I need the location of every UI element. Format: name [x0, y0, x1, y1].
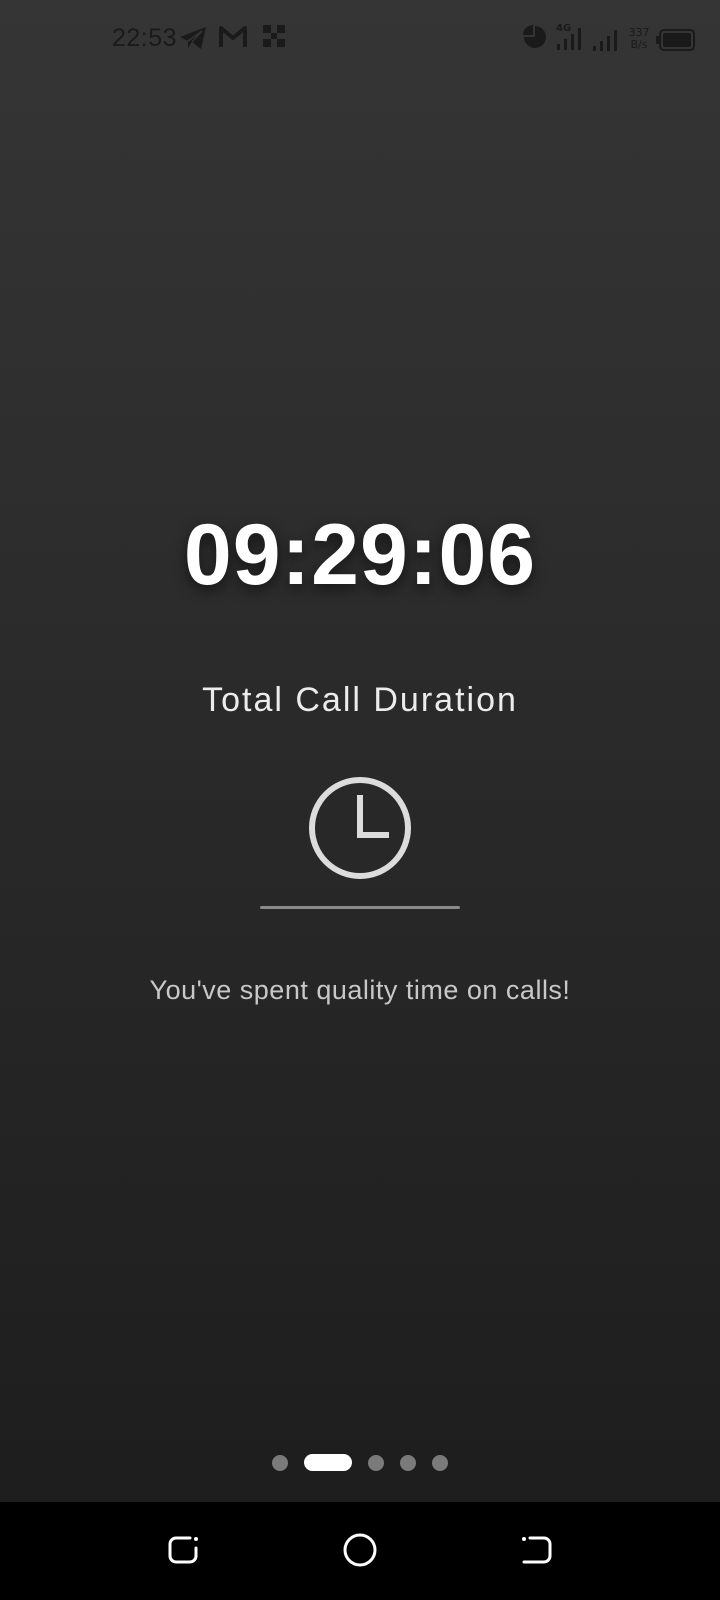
navigation-bar — [0, 1502, 720, 1600]
network-4g-label: 4G — [556, 23, 571, 34]
clock-icon — [309, 777, 411, 879]
signal-4g-icon: 4G — [556, 23, 581, 50]
qr-scan-icon — [263, 25, 285, 47]
status-time: 22:53 — [112, 24, 178, 52]
recents-button[interactable] — [164, 1530, 204, 1570]
gmail-icon — [219, 26, 247, 47]
page-dot-3[interactable] — [368, 1455, 384, 1471]
status-bar: 22:53 4G 337 B/s — [0, 0, 720, 80]
quality-time-message: You've spent quality time on calls! — [149, 975, 571, 1005]
page-dot-4[interactable] — [400, 1455, 416, 1471]
data-usage-icon — [523, 25, 546, 48]
page-dot-1[interactable] — [272, 1455, 288, 1471]
network-speed: 337 B/s — [624, 27, 654, 51]
page-dot-5[interactable] — [432, 1455, 448, 1471]
page-indicator — [0, 1454, 720, 1472]
total-call-duration-label: Total Call Duration — [202, 681, 518, 719]
page-dot-2-active[interactable] — [304, 1454, 352, 1471]
call-duration-timer: 09:29:06 — [183, 507, 537, 603]
divider — [260, 906, 460, 909]
back-button[interactable] — [516, 1530, 556, 1570]
signal-icon — [593, 30, 617, 51]
battery-icon — [656, 29, 695, 51]
home-button[interactable] — [340, 1530, 380, 1570]
network-speed-unit: B/s — [630, 38, 648, 51]
telegram-icon — [180, 27, 206, 49]
